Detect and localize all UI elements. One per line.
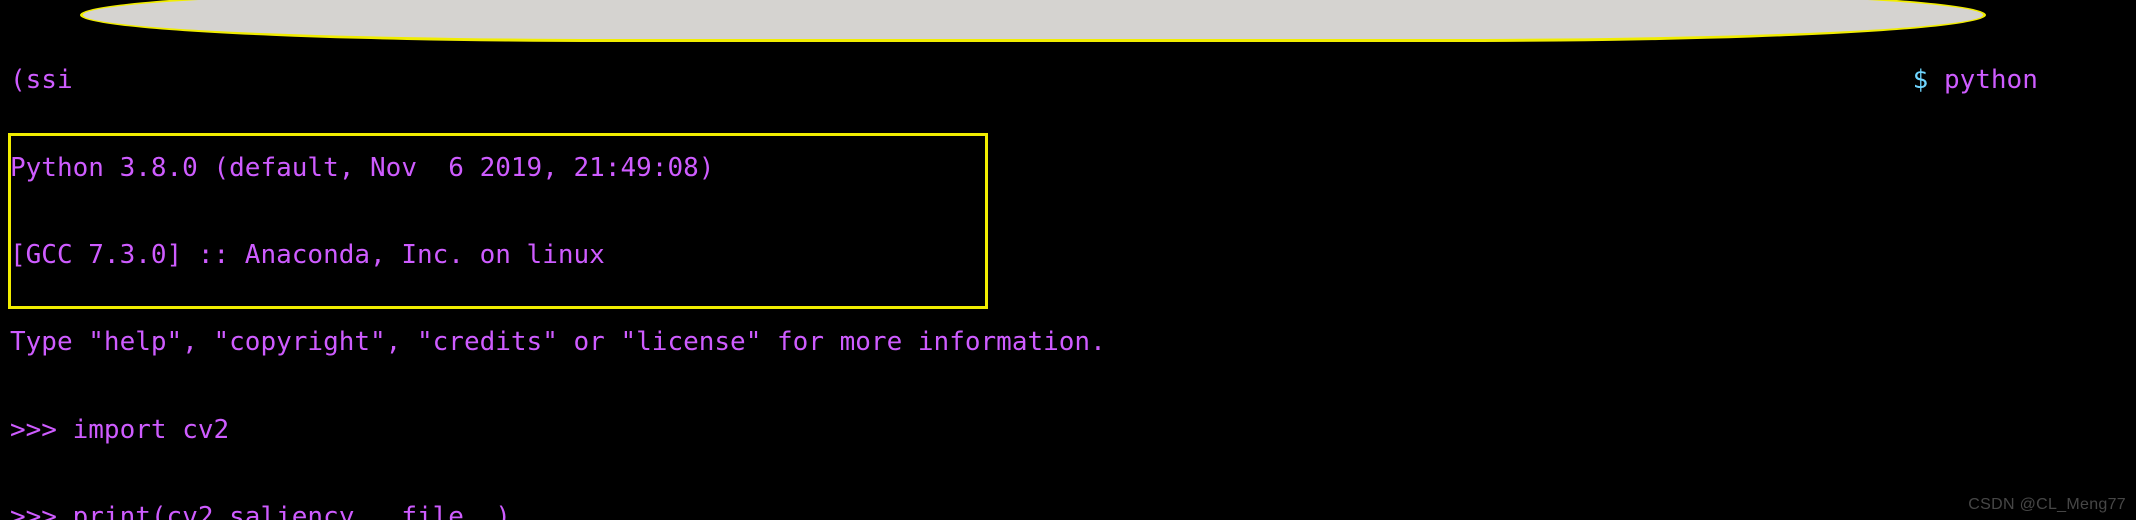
repl-line-import: >>> import cv2 <box>10 416 2126 445</box>
repl-cmd-print-saliency: print(cv2.saliency.__file__) <box>73 502 511 520</box>
redaction-overlay <box>80 0 1986 42</box>
watermark: CSDN @CL_Meng77 <box>1968 496 2126 514</box>
shell-command-python: python <box>1944 65 2038 95</box>
shell-env-fragment: (ssi <box>10 65 73 95</box>
python-gcc-line: [GCC 7.3.0] :: Anaconda, Inc. on linux <box>10 241 2126 270</box>
python-version-line: Python 3.8.0 (default, Nov 6 2019, 21:49… <box>10 154 2126 183</box>
repl-cmd-import: import cv2 <box>73 415 230 445</box>
repl-prompt: >>> <box>10 415 73 445</box>
repl-prompt: >>> <box>10 502 73 520</box>
python-help-line: Type "help", "copyright", "credits" or "… <box>10 328 2126 357</box>
terminal[interactable]: (ssi $ python Python 3.8.0 (default, Nov … <box>0 0 2136 520</box>
shell-prompt-line: (ssi $ python <box>10 66 2126 95</box>
shell-dollar: $ <box>1913 65 1929 95</box>
repl-line-print-saliency: >>> print(cv2.saliency.__file__) <box>10 503 2126 520</box>
